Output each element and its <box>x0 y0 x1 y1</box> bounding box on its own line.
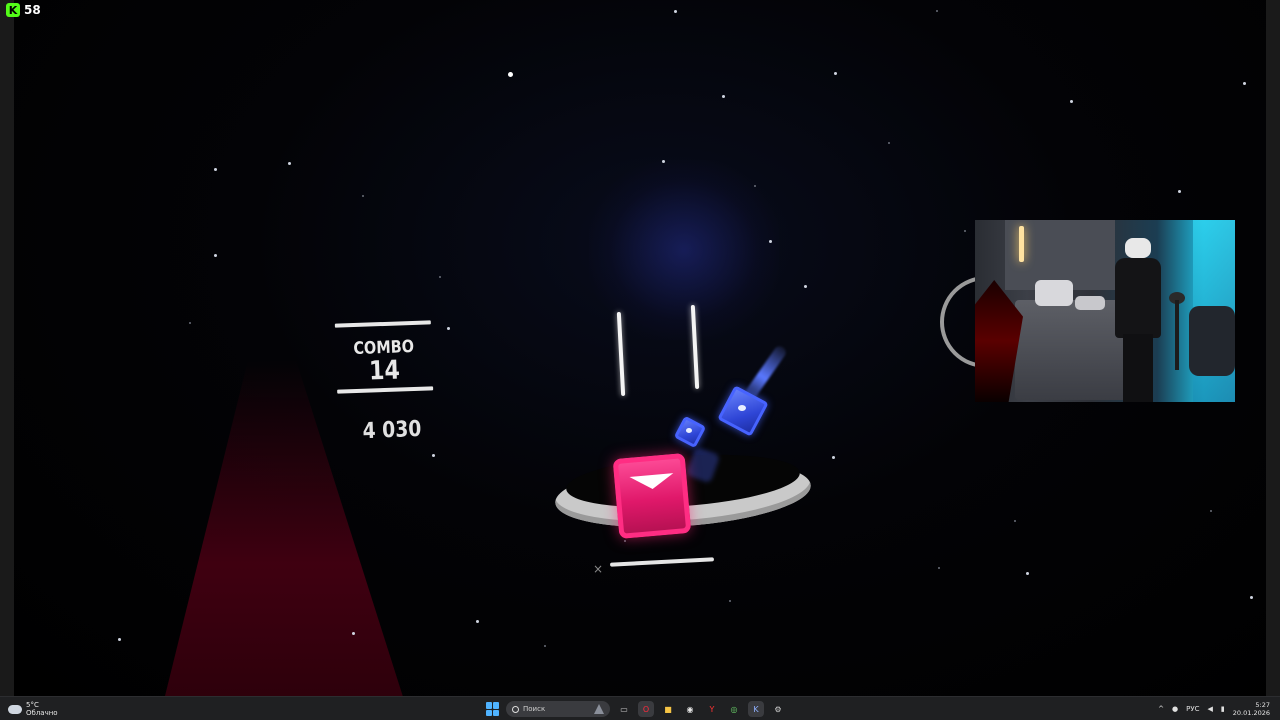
vr-headset <box>1125 238 1151 258</box>
combo-value: 14 <box>368 355 401 387</box>
star <box>936 10 938 12</box>
star <box>938 567 940 569</box>
star <box>508 72 513 77</box>
star <box>1014 520 1016 522</box>
star <box>834 72 837 75</box>
star <box>352 632 355 635</box>
taskbar-search[interactable]: Поиск <box>506 701 610 717</box>
kick-logo-icon: K <box>6 3 20 17</box>
star <box>118 638 121 641</box>
fps-overlay: K 58 <box>6 1 41 19</box>
windows-start-icon[interactable] <box>486 702 500 716</box>
star <box>754 185 756 187</box>
clock[interactable]: 5:27 20.01.2026 <box>1233 701 1270 717</box>
star <box>1070 100 1073 103</box>
kick-icon[interactable]: K <box>748 701 764 717</box>
microphone-icon[interactable]: ● <box>1172 705 1178 713</box>
star <box>476 620 479 623</box>
webcam-pillow <box>1075 296 1105 310</box>
webcam-overlay <box>975 220 1235 402</box>
star <box>447 327 450 330</box>
taskbar: 5°C Облачно Поиск ▭ O ■ ◉ Y ◎ K ⚙ ^ ● РУ… <box>0 696 1280 720</box>
cloud-icon <box>8 704 22 714</box>
score-value: 4 030 <box>362 416 422 445</box>
opera-icon[interactable]: O <box>638 701 654 717</box>
star <box>662 160 665 163</box>
clock-time: 5:27 <box>1255 701 1270 709</box>
webcam-pillow <box>1035 280 1073 306</box>
clock-date: 20.01.2026 <box>1232 709 1270 717</box>
taskbar-center: Поиск ▭ O ■ ◉ Y ◎ K ⚙ <box>486 699 786 719</box>
star <box>288 162 291 165</box>
weather-temperature: 5°C <box>26 701 39 709</box>
combo-panel: COMBO 14 <box>334 320 434 394</box>
system-tray: ^ ● РУС ◀ ▮ 5:27 20.01.2026 <box>1158 699 1270 719</box>
search-highlight-icon <box>594 704 604 714</box>
chevron-up-icon[interactable]: ^ <box>1158 705 1164 713</box>
star <box>1243 82 1246 85</box>
star <box>214 254 217 257</box>
weather-description: Облачно <box>26 709 58 717</box>
speaker-icon[interactable]: ◀ <box>1208 705 1213 713</box>
fps-counter: 58 <box>24 3 41 17</box>
language-indicator[interactable]: РУС <box>1186 705 1199 713</box>
settings-icon[interactable]: ⚙ <box>770 701 786 717</box>
weather-widget[interactable]: 5°C Облачно <box>8 699 58 719</box>
player-legs <box>1123 334 1153 402</box>
search-icon <box>512 705 519 713</box>
red-note-block <box>612 453 692 539</box>
webcam-chair <box>1189 306 1235 376</box>
star <box>1250 596 1253 599</box>
star <box>544 645 546 647</box>
star <box>214 168 217 171</box>
star <box>888 142 890 144</box>
star <box>804 285 807 288</box>
xbox-icon[interactable]: ◎ <box>726 701 742 717</box>
star <box>832 456 835 459</box>
star <box>624 540 626 542</box>
webcam-lamp <box>1019 226 1024 262</box>
star <box>1026 572 1029 575</box>
player-body <box>1115 258 1161 338</box>
star <box>1210 510 1212 512</box>
star <box>769 240 772 243</box>
chrome-icon[interactable]: ◉ <box>682 701 698 717</box>
file-explorer-icon[interactable]: ▭ <box>616 701 632 717</box>
star <box>674 10 677 13</box>
window-frame-left <box>0 0 14 696</box>
star <box>964 230 966 232</box>
red-light-beam <box>164 360 404 696</box>
star <box>362 195 364 197</box>
note-dot <box>686 428 692 433</box>
star <box>189 322 191 324</box>
webcam-player <box>1107 238 1167 402</box>
fail-mark: × <box>593 562 604 576</box>
note-dot <box>738 405 746 411</box>
webcam-stand <box>1175 300 1179 370</box>
star <box>1178 190 1181 193</box>
yandex-icon[interactable]: Y <box>704 701 720 717</box>
star <box>439 276 441 278</box>
search-placeholder: Поиск <box>523 705 546 713</box>
star <box>729 600 731 602</box>
folder-icon[interactable]: ■ <box>660 701 676 717</box>
window-frame-right <box>1266 0 1280 696</box>
star <box>432 454 435 457</box>
battery-icon[interactable]: ▮ <box>1221 705 1225 713</box>
star <box>722 95 725 98</box>
